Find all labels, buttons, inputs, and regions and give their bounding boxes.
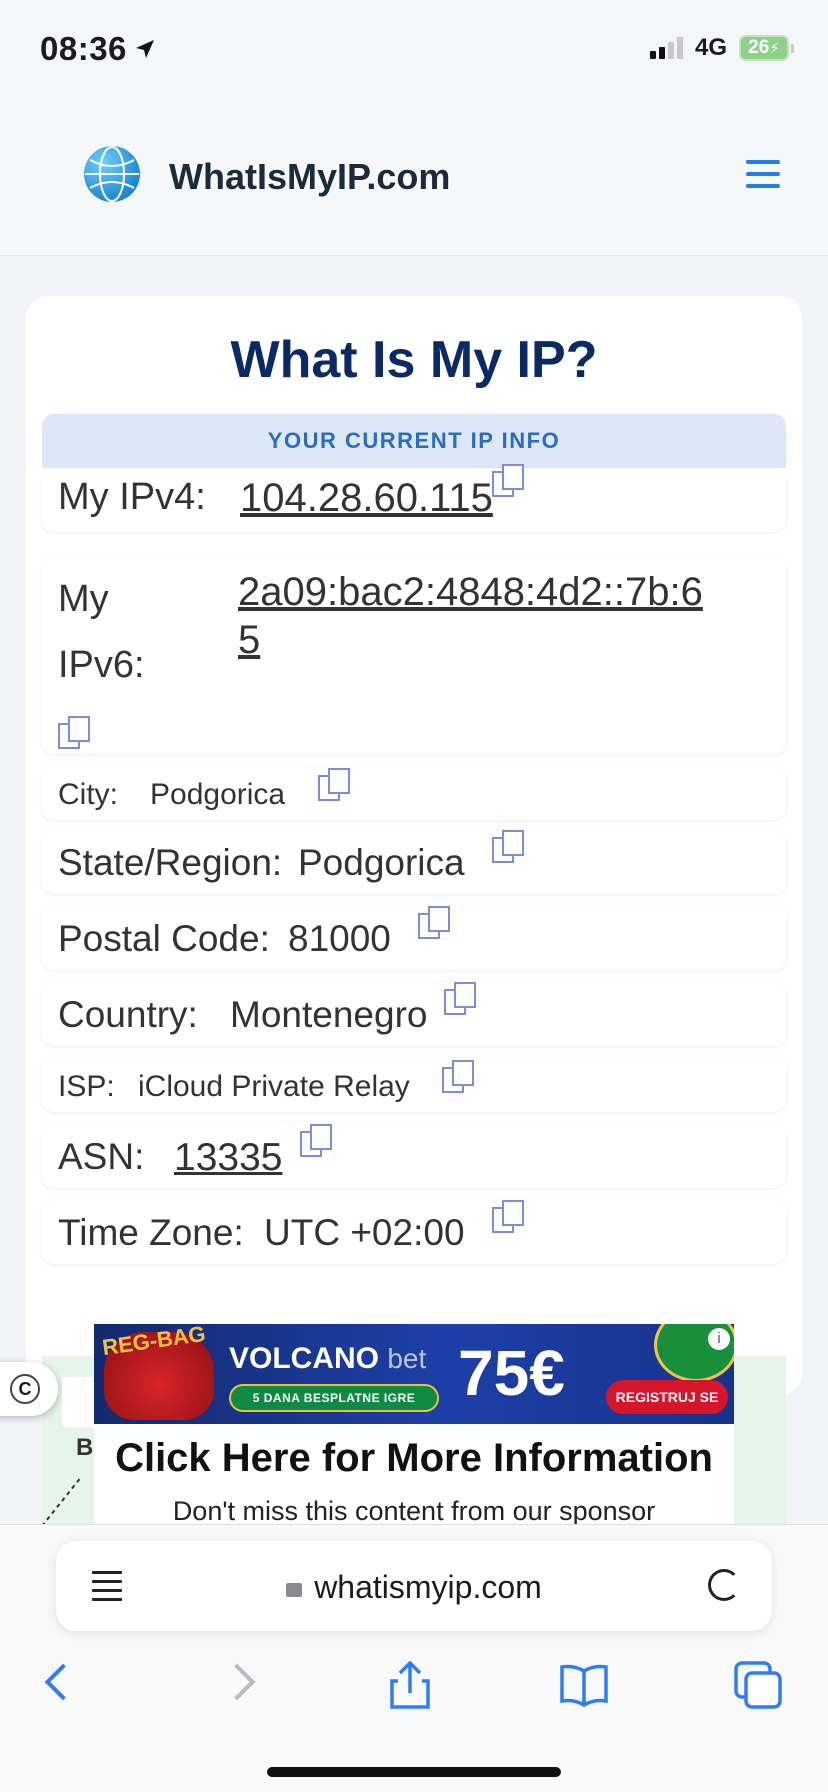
timezone-label: Time Zone: — [58, 1212, 244, 1253]
ipv4-label: My IPv4: — [58, 476, 206, 518]
sponsor-subtitle: Don't miss this content from our sponsor — [172, 1496, 656, 1526]
copy-icon[interactable] — [442, 1060, 474, 1093]
asn-link[interactable]: 13335 — [174, 1136, 282, 1180]
copy-icon[interactable] — [418, 906, 450, 939]
copy-icon[interactable] — [300, 1124, 332, 1157]
country-value: Montenegro — [230, 994, 428, 1035]
state-value: Podgorica — [298, 842, 465, 883]
reload-icon[interactable] — [708, 1569, 740, 1601]
location-arrow-icon — [135, 40, 154, 58]
forward-button[interactable] — [206, 1655, 266, 1715]
country-label: Country: — [58, 994, 198, 1035]
bookmarks-button[interactable] — [554, 1655, 614, 1715]
copy-icon[interactable] — [444, 982, 476, 1015]
state-row: State/Region: Podgorica — [42, 830, 786, 894]
isp-value: iCloud Private Relay — [138, 1070, 410, 1103]
page-title: What Is My IP? — [230, 331, 598, 389]
book-icon — [560, 1664, 608, 1708]
battery-icon: 26 ⚡ — [739, 35, 794, 61]
sponsor-block[interactable]: Click Here for More Information Don't mi… — [94, 1424, 734, 1526]
copy-icon[interactable] — [318, 768, 350, 801]
back-button[interactable] — [32, 1655, 92, 1715]
timezone-value: UTC +02:00 — [264, 1212, 465, 1253]
tabs-icon — [734, 1661, 782, 1709]
ip-info-card: What Is My IP? YOUR CURRENT IP INFO My I… — [26, 296, 802, 1396]
ipv4-row: My IPv4: 104.28.60.115 — [42, 464, 786, 532]
site-header: WhatIsMyIP.com — [0, 96, 828, 256]
ipv6-row: My IPv6: 2a09:bac2:4848:4d2::7b:6 5 — [42, 556, 786, 754]
copy-icon[interactable] — [492, 464, 524, 497]
ipv6-label-line1: My — [58, 578, 109, 620]
status-time: 08:36 — [40, 30, 157, 68]
isp-label: ISP: — [58, 1070, 115, 1103]
ad-promo: 5 DANA BESPLATNE IGRE — [229, 1384, 439, 1412]
postal-row: Postal Code: 81000 — [42, 906, 786, 970]
lock-icon — [286, 1583, 303, 1597]
map-label: B — [76, 1434, 94, 1461]
ipv4-link[interactable]: 104.28.60.115 — [240, 476, 493, 521]
battery-level: 26 — [748, 37, 770, 58]
timezone-row: Time Zone: UTC +02:00 — [42, 1200, 786, 1264]
postal-label: Postal Code: — [58, 918, 270, 959]
globe-logo-icon[interactable] — [84, 146, 140, 202]
ad-brand-suffix: bet — [387, 1343, 427, 1374]
country-row: Country: Montenegro — [42, 982, 786, 1046]
ad-brand: VOLCANO bet — [229, 1342, 426, 1376]
address-bar[interactable]: whatismyip.com — [56, 1541, 772, 1631]
time-text: 08:36 — [40, 30, 127, 67]
ad-banner[interactable]: REG-BAG VOLCANO bet 5 DANA BESPLATNE IGR… — [94, 1324, 734, 1424]
city-value: Podgorica — [150, 778, 286, 811]
share-button[interactable] — [380, 1655, 440, 1715]
ipv6-link[interactable]: 2a09:bac2:4848:4d2::7b:6 5 — [238, 568, 703, 664]
sponsor-title[interactable]: Click Here for More Information — [94, 1436, 734, 1481]
ipv6-value-line2: 5 — [238, 618, 261, 662]
map-side-button[interactable]: C — [0, 1362, 58, 1416]
copy-icon[interactable] — [492, 1200, 524, 1233]
network-type: 4G — [694, 34, 727, 61]
postal-value: 81000 — [288, 918, 391, 959]
ad-amount: 75€ — [458, 1337, 565, 1409]
city-label: City: — [58, 778, 118, 811]
site-brand-link[interactable]: WhatIsMyIP.com — [169, 156, 450, 198]
copy-icon[interactable] — [58, 716, 90, 749]
city-row: City: Podgorica — [42, 766, 786, 820]
back-chevron-icon — [44, 1663, 82, 1701]
ipv6-label-line2: IPv6: — [58, 644, 145, 686]
ipv6-label: My IPv6: — [58, 566, 145, 698]
ad-brand-name: VOLCANO — [229, 1342, 379, 1375]
status-bar: 08:36 4G 26 ⚡ — [0, 0, 828, 96]
status-indicators: 4G 26 ⚡ — [649, 34, 794, 62]
ad-register-button[interactable]: REGISTRUJ SE — [606, 1380, 728, 1414]
forward-chevron-icon — [218, 1663, 256, 1701]
home-indicator — [267, 1767, 561, 1777]
asn-row: ASN: 13335 — [42, 1124, 786, 1188]
browser-toolbar: whatismyip.com — [0, 1524, 828, 1792]
ad-info-icon[interactable]: i — [708, 1328, 730, 1350]
section-header: YOUR CURRENT IP INFO — [42, 414, 786, 468]
ipv6-value-line1: 2a09:bac2:4848:4d2::7b:6 — [238, 570, 703, 614]
signal-icon — [649, 37, 683, 59]
share-icon — [390, 1660, 430, 1709]
copy-icon[interactable] — [492, 830, 524, 863]
hamburger-menu-icon[interactable] — [746, 160, 780, 188]
asn-label: ASN: — [58, 1136, 145, 1177]
state-label: State/Region: — [58, 842, 283, 883]
isp-row: ISP: iCloud Private Relay — [42, 1058, 786, 1112]
url-text: whatismyip.com — [314, 1569, 542, 1605]
map-side-button-label: C — [10, 1374, 40, 1404]
tabs-button[interactable] — [728, 1655, 788, 1715]
url-display[interactable]: whatismyip.com — [56, 1569, 772, 1606]
